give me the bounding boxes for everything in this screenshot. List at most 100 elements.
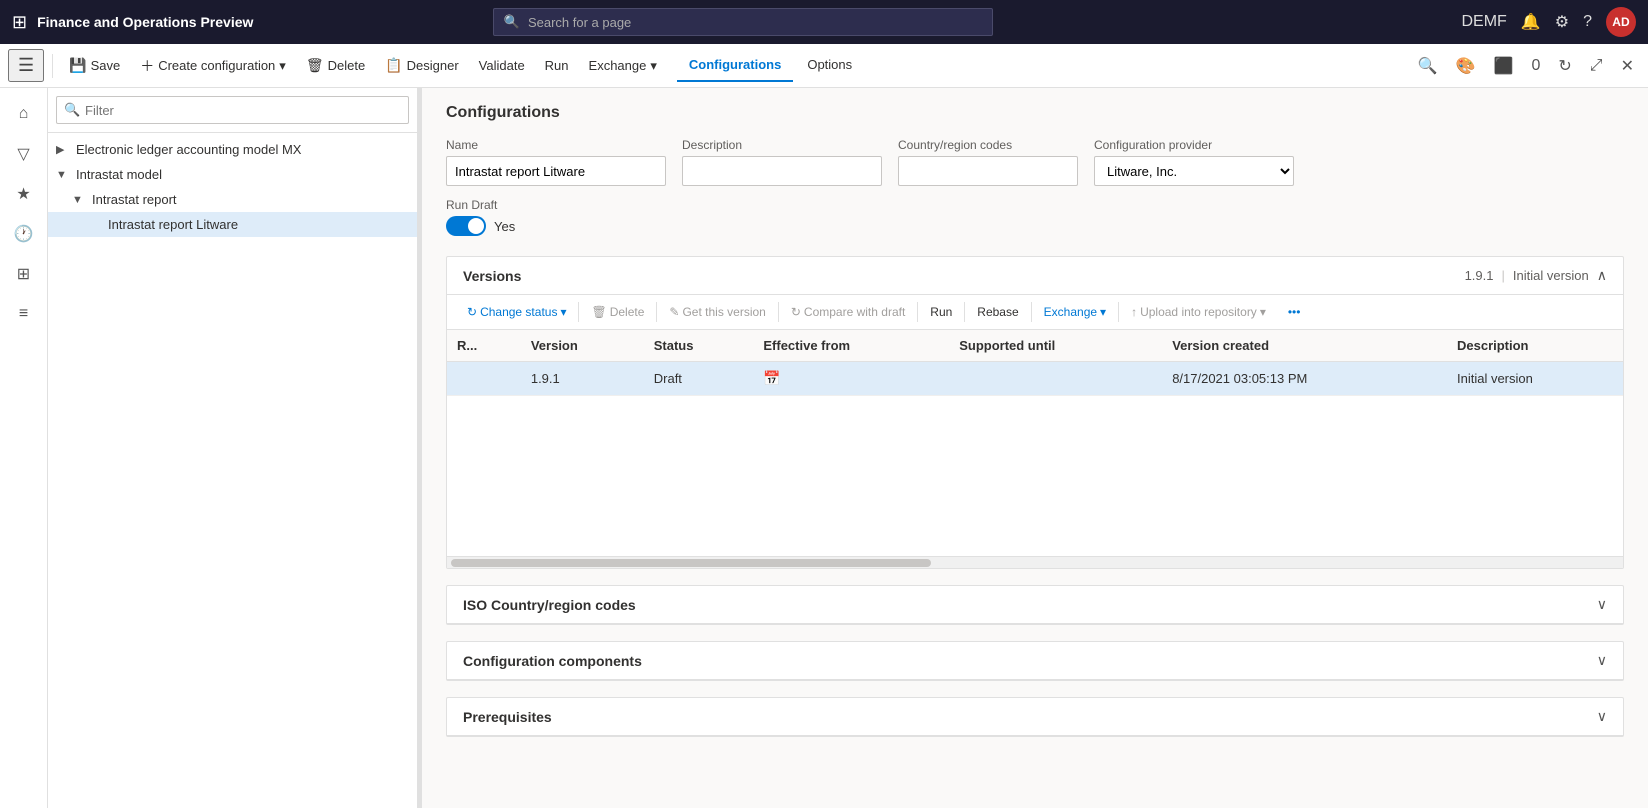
config-components-collapse-icon[interactable]: ∨ [1597,652,1607,669]
country-input[interactable] [898,156,1078,186]
col-r: R... [447,330,521,362]
toolbar: ☰ 💾 Save ＋ Create configuration ▾ 🗑 Dele… [0,44,1648,88]
col-supported-until: Supported until [949,330,1162,362]
nav-configurations[interactable]: Configurations [677,49,793,82]
upload-icon: ↑ [1131,305,1137,319]
change-status-button[interactable]: ↻ Change status ▾ [459,301,574,323]
sidebar-grid-icon[interactable]: ⊞ [6,256,42,292]
version-badge: 1.9.1 [1465,268,1494,283]
get-this-version-icon: ✎ [669,305,679,319]
save-button[interactable]: 💾 Save [61,53,128,78]
main-layout: ⌂ ▽ ★ 🕐 ⊞ ≡ 🔍 ▶ Electronic ledger accoun… [0,88,1648,808]
versions-delete-button[interactable]: 🗑 Delete [583,301,652,323]
calendar-icon[interactable]: 📅 [763,370,780,386]
create-config-dropdown-icon: ▾ [279,58,286,74]
tree-expander: ▶ [56,143,72,156]
sidebar-recent-icon[interactable]: 🕐 [6,216,42,252]
popout-button[interactable]: ⤢ [1584,53,1609,79]
help-icon[interactable]: ? [1583,13,1592,31]
validate-button[interactable]: Validate [471,54,533,77]
tree-panel: 🔍 ▶ Electronic ledger accounting model M… [48,88,418,808]
top-nav: ⊞ Finance and Operations Preview 🔍 DEMF … [0,0,1648,44]
open-new-window-button[interactable]: ⬛ [1488,52,1520,80]
filter-input[interactable] [56,96,409,124]
tree-item-intrastat-model[interactable]: ▼ Intrastat model [48,162,417,187]
provider-select[interactable]: Litware, Inc. Microsoft [1094,156,1294,186]
refresh-button[interactable]: ↻ [1552,52,1577,80]
close-button[interactable]: ✕ [1615,52,1640,80]
tree-item-label: Intrastat model [76,167,409,182]
search-box[interactable]: 🔍 [493,8,993,36]
compare-with-draft-button[interactable]: ↻ Compare with draft [783,301,913,323]
sidebar-list-icon[interactable]: ≡ [6,296,42,332]
versions-run-button[interactable]: Run [922,301,960,323]
config-components-header[interactable]: Configuration components ∨ [447,642,1623,680]
prerequisites-header[interactable]: Prerequisites ∨ [447,698,1623,736]
run-button[interactable]: Run [537,54,577,77]
run-draft-toggle[interactable] [446,216,486,236]
avatar[interactable]: AD [1606,7,1636,37]
horizontal-scrollbar[interactable] [447,556,1623,568]
badge-button[interactable]: 0 [1525,53,1546,79]
delete-icon: 🗑 [306,57,324,74]
col-effective-from: Effective from [753,330,949,362]
designer-button[interactable]: 📋 Designer [377,53,466,78]
create-config-button[interactable]: ＋ Create configuration ▾ [132,52,294,80]
prerequisites-collapse-icon[interactable]: ∨ [1597,708,1607,725]
name-input[interactable] [446,156,666,186]
search-toggle-button[interactable]: 🔍 [1412,52,1444,80]
versions-exchange-button[interactable]: Exchange ▾ [1036,301,1114,323]
tree-item-intrastat-report[interactable]: ▼ Intrastat report [48,187,417,212]
col-status: Status [644,330,754,362]
table-row[interactable]: 1.9.1 Draft 📅 8/17/2021 03:05:13 PM Init… [447,362,1623,396]
versions-collapse-icon[interactable]: ∧ [1597,267,1607,284]
exchange-button[interactable]: Exchange ▾ [581,54,665,78]
tree-expander: ▼ [56,169,72,181]
upload-into-repository-button[interactable]: ↑ Upload into repository ▾ [1123,301,1274,323]
versions-delete-icon: 🗑 [591,305,606,319]
menu-toggle-button[interactable]: ☰ [8,49,44,82]
nav-options[interactable]: Options [795,49,864,82]
change-status-icon: ↻ [467,305,477,319]
exchange-dropdown-icon: ▾ [650,58,657,74]
versions-section: Versions 1.9.1 | Initial version ∧ ↻ Cha… [446,256,1624,569]
toggle-row: Yes [446,216,1624,236]
search-input[interactable] [528,15,982,30]
toolbar-nav: Configurations Options [677,49,864,82]
designer-icon: 📋 [385,57,402,74]
get-this-version-button[interactable]: ✎ Get this version [661,301,773,323]
sidebar-home-icon[interactable]: ⌂ [6,96,42,132]
right-icons: DEMF 🔔 ⚙ ? AD [1461,7,1636,37]
notification-icon[interactable]: 🔔 [1521,12,1541,32]
delete-button[interactable]: 🗑 Delete [298,53,373,78]
versions-section-header[interactable]: Versions 1.9.1 | Initial version ∧ [447,257,1623,295]
prerequisites-title: Prerequisites [463,709,552,725]
compare-icon: ↻ [791,305,801,319]
iso-collapse-icon[interactable]: ∨ [1597,596,1607,613]
settings-icon[interactable]: ⚙ [1555,12,1569,32]
personalize-button[interactable]: 🎨 [1450,52,1482,80]
cell-description: Initial version [1447,362,1623,396]
app-grid-icon[interactable]: ⊞ [12,12,27,33]
tree-item-electronic-ledger[interactable]: ▶ Electronic ledger accounting model MX [48,137,417,162]
provider-field: Configuration provider Litware, Inc. Mic… [1094,138,1294,186]
iso-section-header[interactable]: ISO Country/region codes ∨ [447,586,1623,624]
rebase-button[interactable]: Rebase [969,301,1026,323]
app-title: Finance and Operations Preview [37,14,253,30]
tree-expander [88,219,104,231]
sidebar-star-icon[interactable]: ★ [6,176,42,212]
versions-title: Versions [463,268,521,284]
scrollbar-thumb[interactable] [451,559,931,567]
versions-empty-space [447,396,1623,556]
col-version: Version [521,330,644,362]
user-code: DEMF [1461,13,1506,31]
tree-item-intrastat-report-litware[interactable]: Intrastat report Litware [48,212,417,237]
run-draft-row: Run Draft Yes [446,198,1624,236]
sidebar-filter-icon[interactable]: ▽ [6,136,42,172]
description-input[interactable] [682,156,882,186]
provider-label: Configuration provider [1094,138,1294,152]
upload-dropdown-icon: ▾ [1260,305,1266,319]
more-options-button[interactable]: ••• [1280,301,1309,323]
versions-table: R... Version Status Effective from Suppo… [447,330,1623,396]
content-area: Configurations Name Description Country/… [422,88,1648,808]
